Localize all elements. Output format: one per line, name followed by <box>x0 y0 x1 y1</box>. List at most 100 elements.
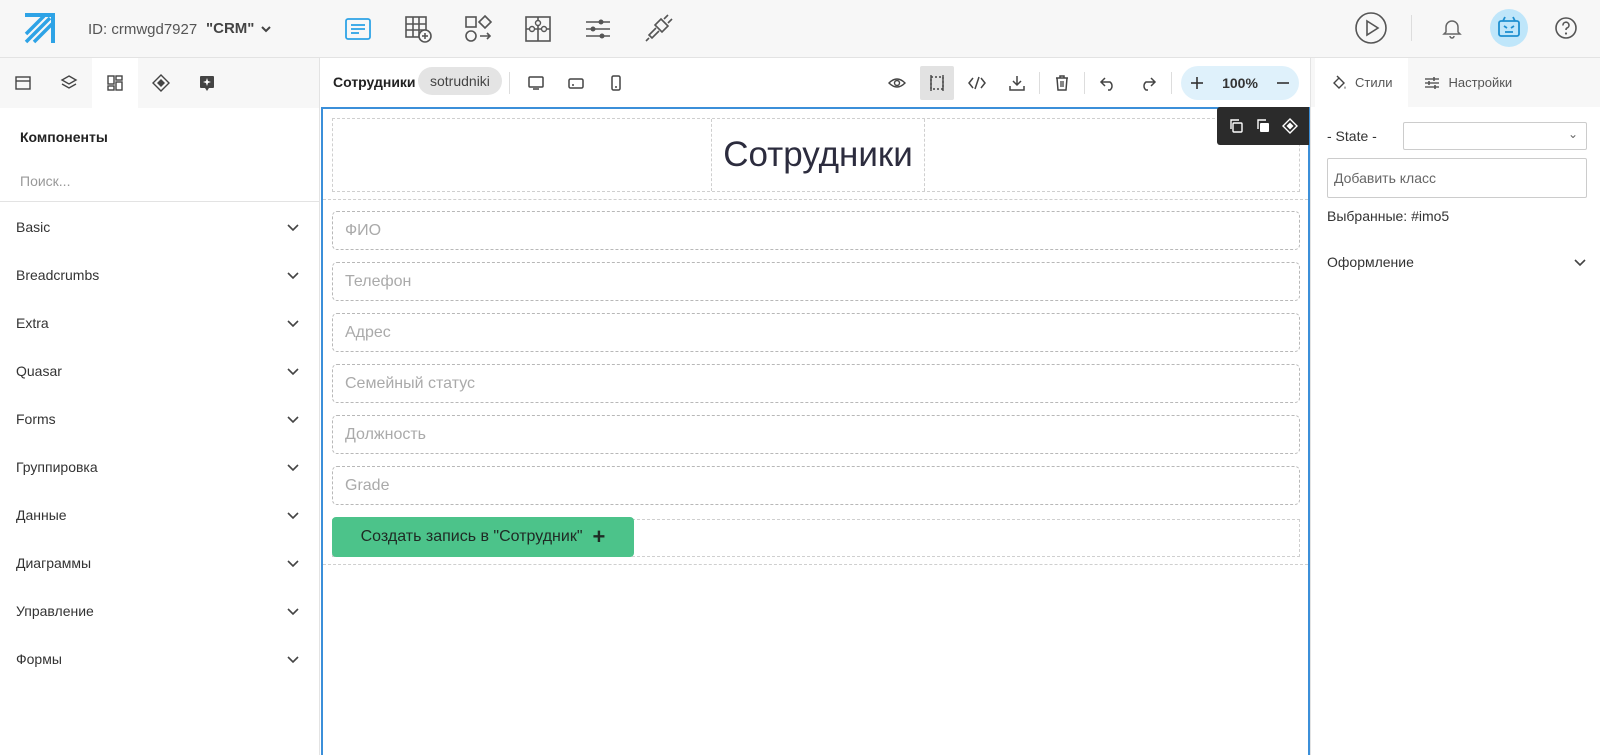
dashboard-icon <box>107 75 123 91</box>
trash-icon <box>1056 75 1068 91</box>
caret-down-icon: ⌄ <box>1567 127 1578 141</box>
preview-run-button[interactable] <box>1351 8 1391 48</box>
add-class-input[interactable] <box>1327 158 1587 198</box>
tab-settings-label: Настройки <box>1448 75 1513 90</box>
chevron-down-icon <box>261 25 272 32</box>
tab-components[interactable] <box>92 58 138 108</box>
integrations-tool-button[interactable] <box>628 12 688 46</box>
tab-ai[interactable] <box>184 58 230 108</box>
zoom-control: 100% <box>1181 66 1299 100</box>
plug-icon <box>645 14 673 42</box>
help-button[interactable] <box>1546 8 1586 48</box>
download-icon <box>1009 76 1025 91</box>
category-label: Данные <box>16 507 67 523</box>
chevron-down-icon <box>287 272 299 280</box>
preview-button[interactable] <box>880 66 914 100</box>
category-label: Группировка <box>16 459 98 475</box>
select-parent-icon[interactable] <box>1281 118 1298 134</box>
plugins-tool-button[interactable] <box>508 12 568 46</box>
category-breadcrumbs[interactable]: Breadcrumbs <box>0 251 320 299</box>
tab-settings[interactable]: Настройки <box>1408 58 1528 107</box>
category-grouping[interactable]: Группировка <box>0 443 320 491</box>
download-button[interactable] <box>1000 66 1034 100</box>
notifications-button[interactable] <box>1432 8 1472 48</box>
tab-styles[interactable] <box>138 58 184 108</box>
zoom-out-icon[interactable] <box>1275 75 1291 91</box>
redo-button[interactable] <box>1131 66 1165 100</box>
page-slug-badge[interactable]: sotrudniki <box>418 67 502 95</box>
chevron-down-icon <box>287 368 299 376</box>
create-record-button[interactable]: Создать запись в "Сотрудник" + <box>332 517 634 557</box>
tab-styles-label: Стили <box>1355 75 1393 90</box>
category-label: Forms <box>16 411 56 427</box>
category-controls[interactable]: Управление <box>0 587 320 635</box>
plus-icon: + <box>592 524 606 549</box>
tab-pages[interactable] <box>0 58 46 108</box>
chevron-down-icon <box>287 656 299 664</box>
copy-icon[interactable] <box>1228 118 1244 134</box>
borders-icon <box>930 75 944 91</box>
pages-icon <box>345 18 371 40</box>
top-right-actions <box>1351 8 1600 48</box>
chevron-down-icon <box>287 608 299 616</box>
components-search-input[interactable] <box>14 167 304 195</box>
category-extra[interactable]: Extra <box>0 299 320 347</box>
user-avatar[interactable] <box>1490 9 1528 47</box>
toolbar-divider <box>1039 72 1040 94</box>
clone-icon[interactable] <box>1255 118 1271 134</box>
delete-button[interactable] <box>1045 66 1079 100</box>
chevron-down-icon <box>287 416 299 424</box>
fio-field[interactable] <box>332 211 1300 250</box>
left-panel: Компоненты Basic Breadcrumbs Extra Quasa… <box>0 58 320 755</box>
search-divider <box>0 201 320 202</box>
category-label: Формы <box>16 651 62 667</box>
left-panel-tabs <box>0 58 319 108</box>
category-forms[interactable]: Forms <box>0 395 320 443</box>
shapes-icon <box>465 14 493 42</box>
app-logo-icon[interactable] <box>22 12 56 46</box>
employee-form[interactable]: Создать запись в "Сотрудник" + <box>323 199 1308 565</box>
device-mobile-button[interactable] <box>599 66 633 100</box>
device-desktop-button[interactable] <box>519 66 553 100</box>
undo-button[interactable] <box>1091 66 1125 100</box>
editor-canvas[interactable]: Сотрудники Создать запись в "Сотрудник" … <box>321 107 1310 755</box>
address-field[interactable] <box>332 313 1300 352</box>
tab-layers[interactable] <box>46 58 92 108</box>
title-row[interactable]: Сотрудники <box>332 118 1300 192</box>
chevron-down-icon <box>287 512 299 520</box>
right-panel-tabs: Стили Настройки <box>1311 58 1600 107</box>
diamond-icon <box>152 74 170 92</box>
pages-tool-button[interactable] <box>328 12 388 46</box>
category-basic[interactable]: Basic <box>0 203 320 251</box>
grade-field[interactable] <box>332 466 1300 505</box>
show-borders-button[interactable] <box>920 66 954 100</box>
settings-tool-button[interactable] <box>568 12 628 46</box>
bell-icon <box>1442 20 1462 39</box>
category-charts[interactable]: Диаграммы <box>0 539 320 587</box>
desktop-icon <box>528 76 544 90</box>
zoom-in-icon[interactable] <box>1189 75 1205 91</box>
state-select[interactable]: ⌄ <box>1403 122 1587 150</box>
marital-status-field[interactable] <box>332 364 1300 403</box>
shapes-tool-button[interactable] <box>448 12 508 46</box>
state-label: - State - <box>1327 128 1377 144</box>
position-field[interactable] <box>332 415 1300 454</box>
selection-toolbar <box>1217 107 1309 145</box>
device-tablet-button[interactable] <box>559 66 593 100</box>
design-section-header[interactable]: Оформление <box>1327 254 1587 270</box>
category-ru-forms[interactable]: Формы <box>0 635 320 683</box>
tablet-icon <box>568 78 584 89</box>
view-code-button[interactable] <box>960 66 994 100</box>
category-label: Управление <box>16 603 94 619</box>
category-quasar[interactable]: Quasar <box>0 347 320 395</box>
top-bar: ID: crmwgd7927 "CRM" <box>0 0 1600 58</box>
category-label: Quasar <box>16 363 62 379</box>
zoom-level: 100% <box>1222 75 1258 91</box>
tables-tool-button[interactable] <box>388 12 448 46</box>
mobile-icon <box>611 75 621 91</box>
project-selector[interactable]: "CRM" <box>206 20 272 37</box>
category-data[interactable]: Данные <box>0 491 320 539</box>
phone-field[interactable] <box>332 262 1300 301</box>
tab-styles[interactable]: Стили <box>1315 58 1409 107</box>
page-heading[interactable]: Сотрудники <box>711 119 925 191</box>
